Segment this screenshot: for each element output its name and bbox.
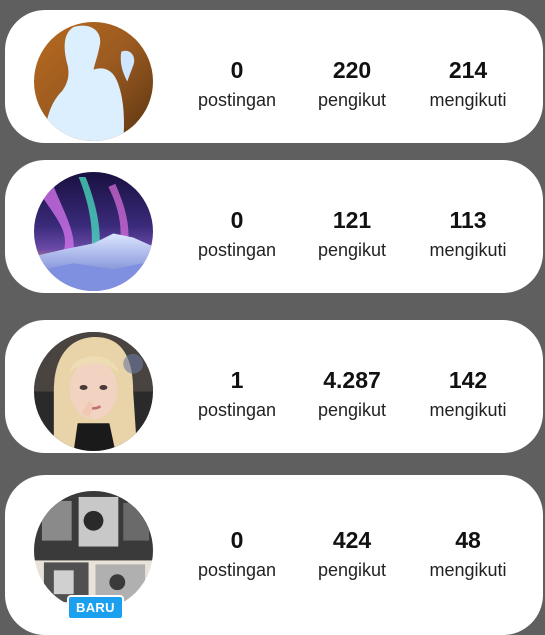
followers-label: pengikut [317,240,387,260]
followers-count: 220 [332,57,372,83]
followers-stat[interactable]: 121 pengikut [297,207,407,261]
profile-card: 0 postingan 121 pengikut 113 mengikuti [5,160,543,293]
followers-label: pengikut [317,90,387,110]
posts-label: postingan [197,400,277,420]
followers-count: 4.287 [323,367,381,393]
posts-label: postingan [197,240,277,260]
avatar[interactable] [34,22,153,141]
followers-stat[interactable]: 4.287 pengikut [297,367,407,421]
following-count: 113 [449,207,487,233]
following-label: mengikuti [429,90,507,110]
following-count: 48 [455,527,481,553]
profile-card: BARU 0 postingan 424 pengikut 48 mengiku… [5,475,543,635]
new-badge: BARU [67,595,124,620]
followers-label: pengikut [317,400,387,420]
posts-count: 0 [230,57,244,83]
profile-card: 1 postingan 4.287 pengikut 142 mengikuti [5,320,543,453]
followers-stat[interactable]: 424 pengikut [297,527,407,581]
posts-label: postingan [197,90,277,110]
following-count: 142 [448,367,488,393]
posts-count: 1 [230,367,244,393]
posts-stat[interactable]: 1 postingan [182,367,292,421]
followers-stat[interactable]: 220 pengikut [297,57,407,111]
following-count: 214 [448,57,488,83]
following-stat[interactable]: 142 mengikuti [413,367,523,421]
posts-count: 0 [230,527,244,553]
followers-count: 121 [332,207,372,233]
following-label: mengikuti [429,400,507,420]
posts-count: 0 [230,207,244,233]
following-stat[interactable]: 113 mengikuti [413,207,523,261]
following-label: mengikuti [429,240,507,260]
profile-card: 0 postingan 220 pengikut 214 mengikuti [5,10,543,143]
avatar[interactable] [34,332,153,451]
portrait-photo-icon [34,332,153,451]
following-stat[interactable]: 48 mengikuti [413,527,523,581]
posts-stat[interactable]: 0 postingan [182,207,292,261]
silhouette-photo-icon [34,22,153,141]
posts-stat[interactable]: 0 postingan [182,57,292,111]
following-stat[interactable]: 214 mengikuti [413,57,523,111]
avatar[interactable] [34,491,153,610]
bw-photo-collage-icon [34,491,153,610]
avatar[interactable] [34,172,153,291]
following-label: mengikuti [429,560,507,580]
aurora-landscape-photo-icon [34,172,153,291]
posts-label: postingan [197,560,277,580]
followers-count: 424 [332,527,372,553]
posts-stat[interactable]: 0 postingan [182,527,292,581]
followers-label: pengikut [317,560,387,580]
